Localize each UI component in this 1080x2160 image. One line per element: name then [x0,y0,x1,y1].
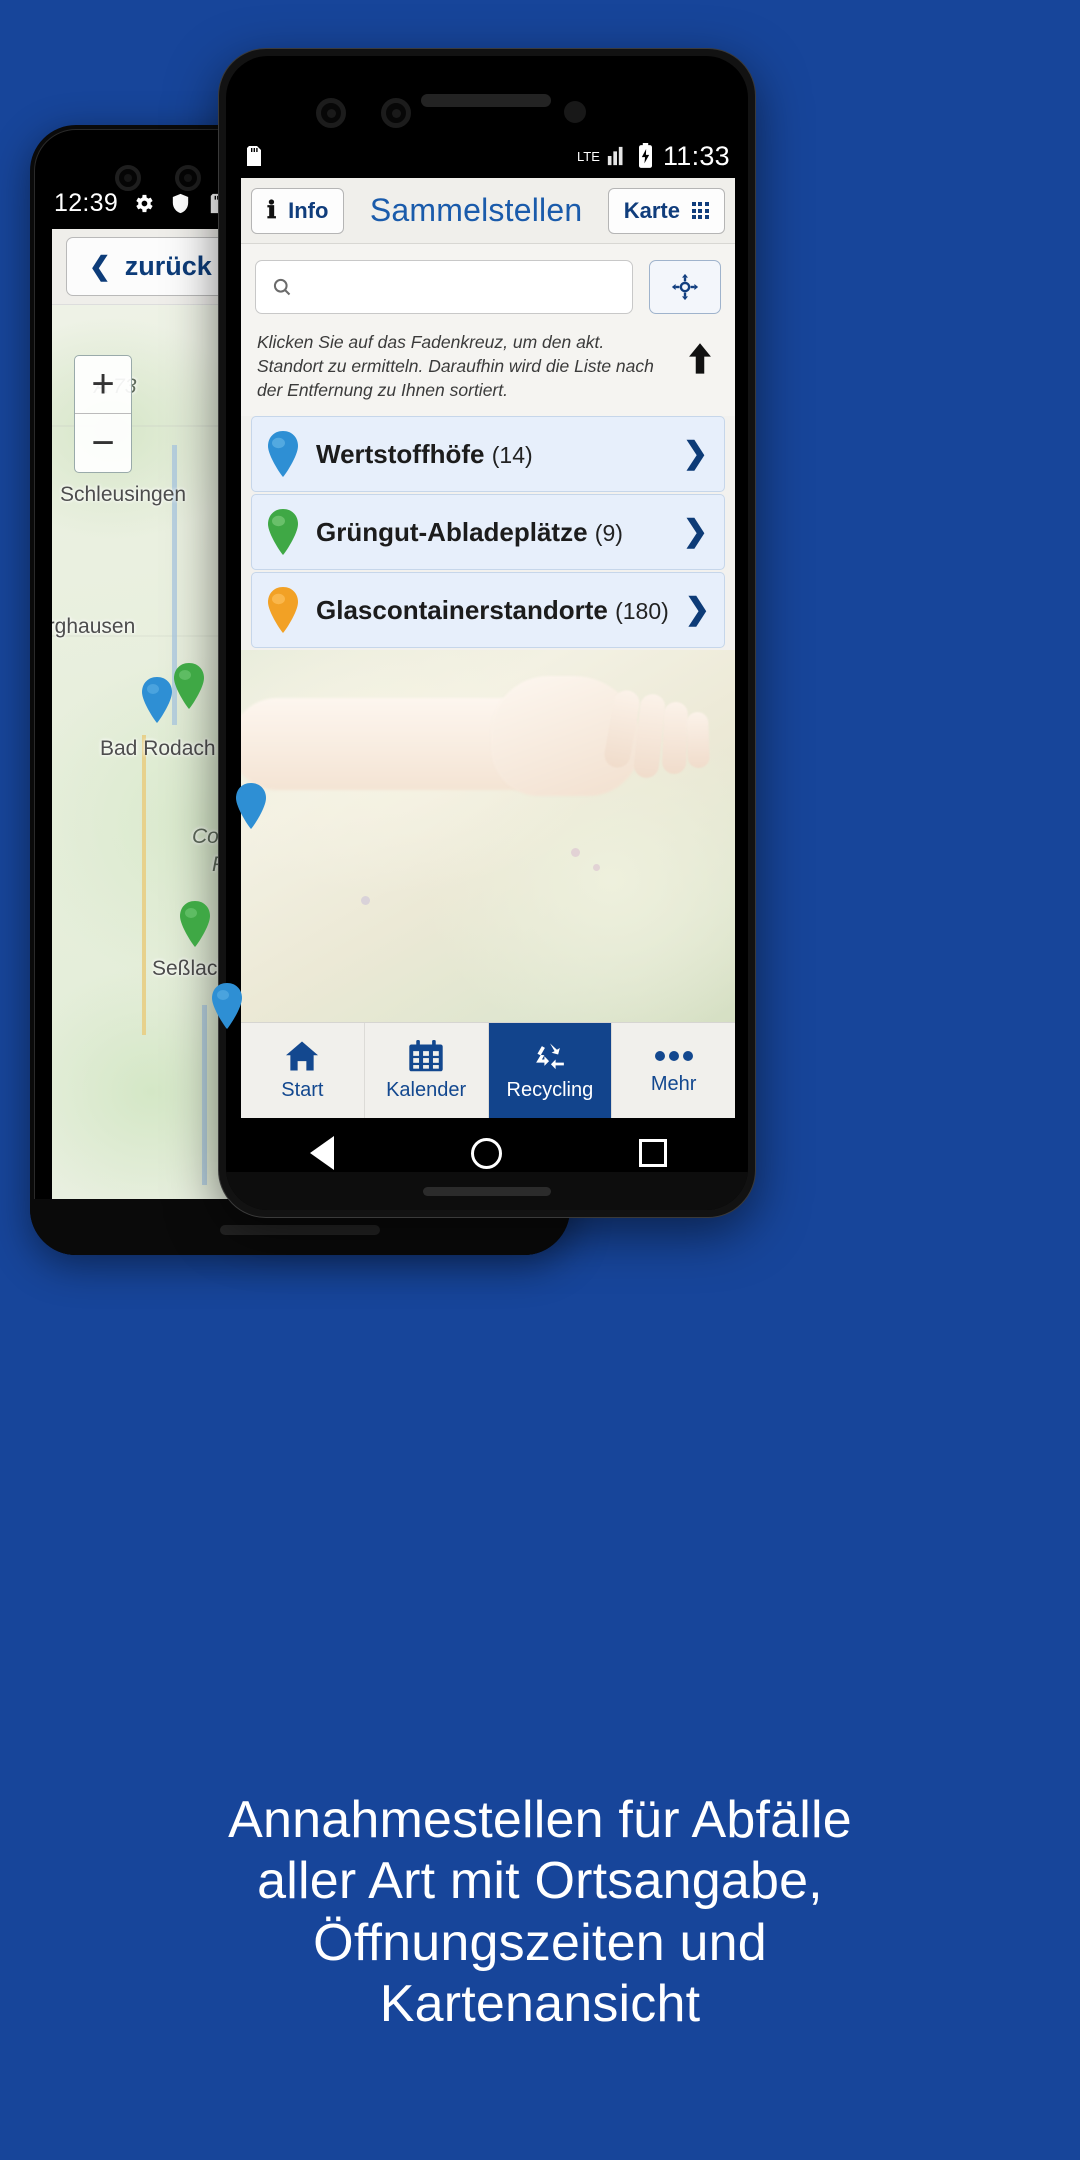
map-pin-green-icon [266,509,300,556]
locate-button[interactable] [649,260,721,314]
background-photo [241,650,735,1022]
category-count: (180) [615,597,669,624]
map-label: urghausen [52,615,136,638]
home-icon [286,1040,319,1071]
map-pin-blue-icon [266,431,300,478]
map-pin[interactable] [172,663,206,709]
triangle-back-icon[interactable] [309,1136,334,1170]
search-row [241,244,735,326]
front-phone-frame: LTE 11:33 ℹ Info Sammelstellen Karte Kli… [218,48,756,1218]
front-phone-status-bar: LTE 11:33 [226,134,748,178]
calendar-icon [409,1039,443,1071]
speaker-grille [421,94,551,107]
map-pin[interactable] [234,783,268,829]
search-box[interactable] [255,260,633,314]
scroll-up-button[interactable] [679,330,721,376]
map-button-label: Karte [623,197,680,223]
status-time: 11:33 [662,140,730,171]
front-phone-chin [226,1172,748,1210]
caption-line-4: Kartenansicht [379,1975,701,2034]
crosshair-icon [671,273,699,301]
zoom-out-button[interactable]: − [75,414,131,472]
info-icon: ℹ [267,197,277,224]
search-input[interactable] [302,275,616,299]
sensor-icon [564,101,586,123]
category-label: Grüngut-Abladeplätze (9) [316,517,667,548]
caption-line-2: aller Art mit Ortsangabe, [257,1852,823,1911]
map-label: Schleusingen [60,483,187,506]
search-icon [273,278,291,296]
speaker-grille [423,1187,551,1196]
page-title: Sammelstellen [369,192,583,228]
shield-icon [172,193,189,213]
back-button[interactable]: ❮ zurück [66,237,235,296]
category-name: Wertstoffhöfe [316,438,485,469]
map-pin[interactable] [210,983,244,1029]
map-button[interactable]: Karte [607,187,725,234]
category-name: Grüngut-Abladeplätze [316,516,588,547]
chevron-right-icon: ❯ [684,593,710,627]
status-time: 12:39 [54,188,119,217]
caption: Annahmestellen für Abfälle aller Art mit… [0,1790,1080,2035]
map-pin[interactable] [140,677,174,723]
hint-text: Klicken Sie auf das Fadenkreuz, um den a… [257,332,654,401]
back-button-label: zurück [124,251,212,281]
category-name: Glascontainerstandorte [316,594,608,625]
category-item-glascontainer[interactable]: Glascontainerstandorte (180) ❯ [251,572,725,649]
category-list: Wertstoffhöfe (14) ❯ Grüngut-Abladeplätz… [241,416,735,650]
info-button[interactable]: ℹ Info [251,187,345,234]
camera-lens-icon [316,98,346,128]
tab-label: Start [281,1078,324,1101]
arrow-up-icon [689,343,711,374]
tab-start[interactable]: Start [241,1023,365,1118]
tab-label: Mehr [650,1072,697,1095]
front-phone-bezel: LTE 11:33 ℹ Info Sammelstellen Karte Kli… [226,56,748,1210]
tab-label: Recycling [506,1078,594,1101]
category-label: Glascontainerstandorte (180) [316,595,669,626]
category-count: (9) [594,519,623,546]
grid-icon [691,202,709,219]
gear-icon [136,194,153,212]
info-button-label: Info [288,197,329,223]
tab-label: Kalender [386,1078,467,1101]
sd-card-icon [247,146,261,166]
app-screen: ℹ Info Sammelstellen Karte Klicken Sie a… [241,178,735,1118]
bottom-tab-bar: Start Kalender Recycling Mehr [241,1022,735,1118]
hint-row: Klicken Sie auf das Fadenkreuz, um den a… [241,326,735,417]
map-pin-orange-icon [266,587,300,634]
network-label: LTE [577,148,600,164]
category-count: (14) [491,441,533,468]
camera-lens-icon [381,98,411,128]
speaker-grille [220,1225,380,1235]
circle-home-icon[interactable] [470,1137,502,1169]
tab-recycling[interactable]: Recycling [488,1023,613,1118]
square-recents-icon[interactable] [638,1139,667,1167]
caption-line-3: Öffnungszeiten und [313,1913,767,1972]
battery-charging-icon [638,143,652,168]
finger [661,702,689,775]
chevron-left-icon: ❮ [89,251,111,281]
caption-line-1: Annahmestellen für Abfälle [228,1791,852,1849]
category-item-gruengut[interactable]: Grüngut-Abladeplätze (9) ❯ [251,494,725,571]
category-item-wertstoffhoefe[interactable]: Wertstoffhöfe (14) ❯ [251,416,725,493]
chevron-right-icon: ❯ [682,437,708,471]
finger [686,712,710,769]
category-label: Wertstoffhöfe (14) [316,439,667,470]
signal-icon [607,146,623,166]
map-pin[interactable] [178,901,212,947]
map-label: Bad Rodach [100,737,216,760]
zoom-in-button[interactable]: + [75,356,131,414]
chevron-right-icon: ❯ [682,515,708,549]
app-header: ℹ Info Sammelstellen Karte [241,178,735,244]
map-zoom-controls[interactable]: + − [74,355,132,473]
tab-mehr[interactable]: Mehr [612,1023,735,1118]
tab-kalender[interactable]: Kalender [365,1023,489,1118]
more-dots-icon [654,1050,693,1061]
recycle-icon [536,1042,564,1069]
